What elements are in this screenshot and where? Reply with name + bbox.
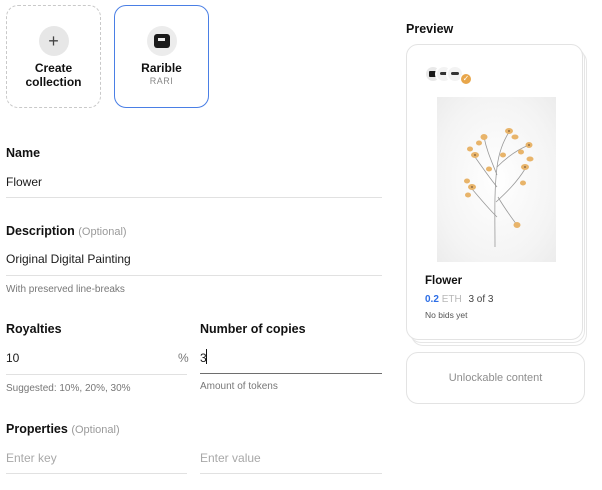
preview-copies-count: 3 of 3	[468, 294, 494, 305]
plus-icon: +	[38, 26, 69, 56]
artwork-image	[437, 97, 556, 262]
rarible-collection-symbol: RARI	[149, 76, 174, 86]
preview-price: 0.2	[425, 294, 439, 305]
properties-label: Properties (Optional)	[6, 422, 120, 436]
rarible-collection-tile[interactable]: Rarible RARI	[114, 5, 209, 108]
royalties-percent-suffix: %	[178, 351, 189, 365]
copies-input-underline	[200, 373, 382, 374]
owner-avatars: ✓	[424, 65, 484, 85]
create-collection-tile[interactable]: + Create collection	[6, 5, 101, 108]
preview-currency: ETH	[441, 294, 462, 305]
preview-title: Preview	[406, 22, 454, 36]
preview-bids-status: No bids yet	[425, 310, 468, 320]
rarible-collection-name: Rarible	[141, 61, 182, 75]
description-input[interactable]: Original Digital Painting	[6, 252, 131, 266]
unlockable-content-button[interactable]: Unlockable content	[406, 352, 585, 404]
description-label-text: Description	[6, 224, 75, 238]
text-cursor	[206, 349, 207, 364]
copies-label: Number of copies	[200, 322, 306, 336]
description-label: Description (Optional)	[6, 224, 127, 238]
royalties-input[interactable]: 10	[6, 351, 19, 365]
property-value-input[interactable]: Enter value	[200, 451, 261, 465]
royalties-input-underline	[6, 374, 187, 375]
description-hint: With preserved line-breaks	[6, 284, 125, 295]
property-value-underline	[200, 473, 382, 474]
create-collection-line2: collection	[25, 75, 82, 89]
name-input-underline	[6, 197, 382, 198]
rarible-logo-icon	[146, 26, 177, 56]
royalties-hint: Suggested: 10%, 20%, 30%	[6, 383, 131, 394]
preview-price-row: 0.2 ETH 3 of 3	[425, 294, 494, 305]
preview-card[interactable]: ✓ Flower 0.2 ETH 3 of 3 No bids yet	[406, 44, 583, 340]
name-label: Name	[6, 146, 41, 160]
preview-item-name: Flower	[425, 275, 463, 287]
name-input[interactable]: Flower	[6, 175, 42, 189]
properties-label-text: Properties	[6, 422, 68, 436]
description-input-underline	[6, 275, 382, 276]
copies-hint: Amount of tokens	[200, 381, 278, 392]
flower-illustration	[464, 128, 534, 248]
property-key-underline	[6, 473, 187, 474]
royalties-label: Royalties	[6, 322, 62, 336]
create-collection-label: Create collection	[7, 61, 100, 89]
description-optional-tag: (Optional)	[78, 226, 127, 238]
properties-optional-tag: (Optional)	[71, 424, 120, 436]
create-collection-line1: Create	[34, 61, 73, 75]
property-key-input[interactable]: Enter key	[6, 451, 57, 465]
verified-check-icon: ✓	[460, 73, 472, 85]
